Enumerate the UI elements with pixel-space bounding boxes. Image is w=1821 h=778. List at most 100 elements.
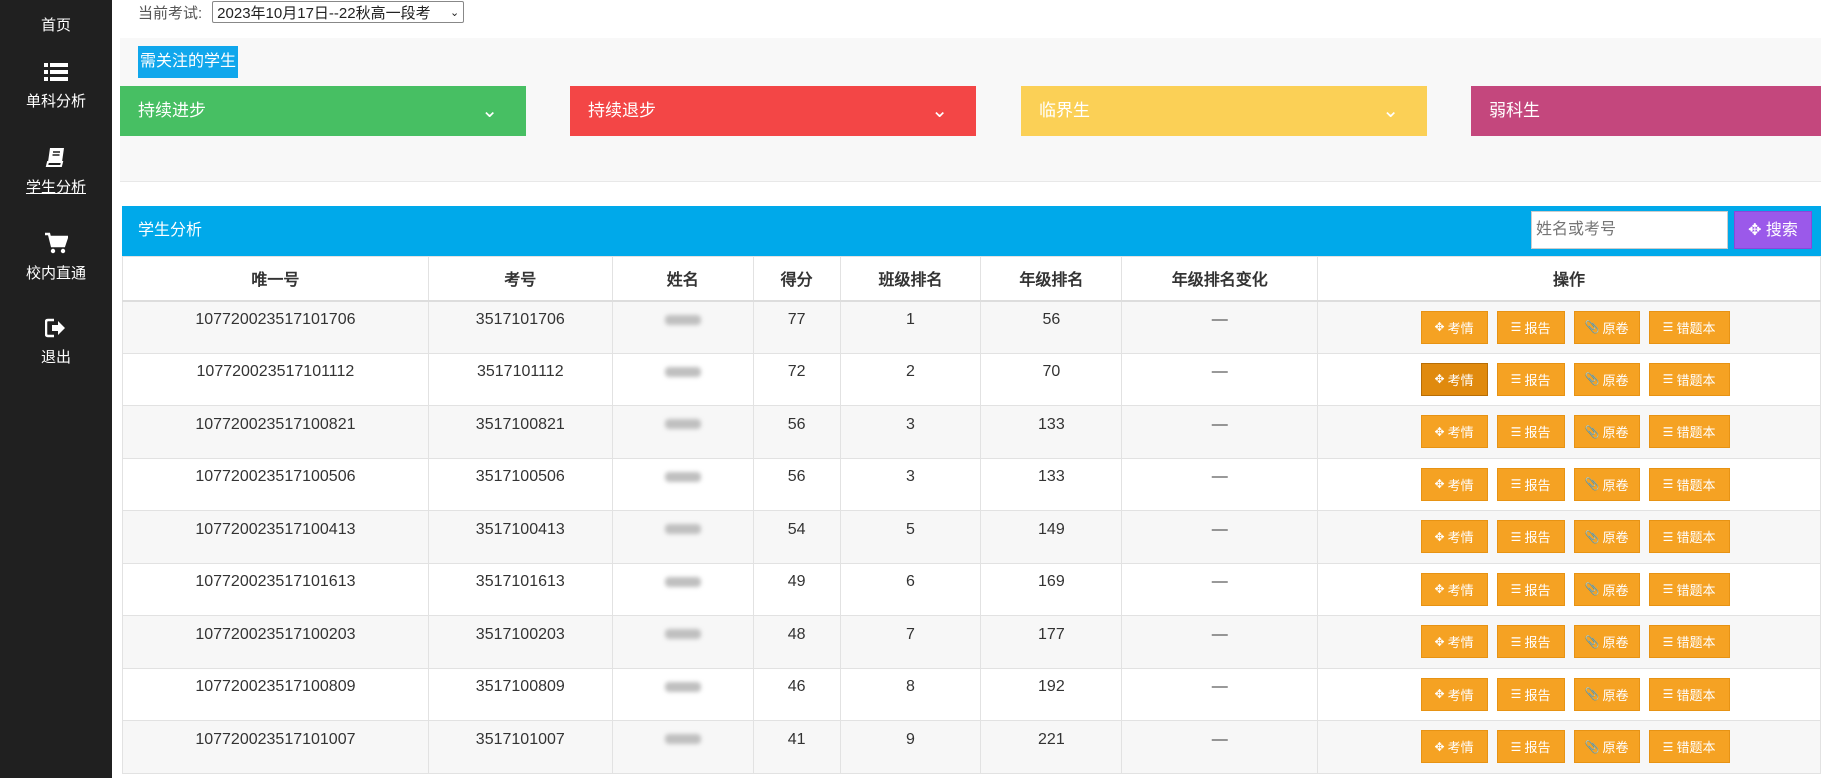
- report-button[interactable]: ☰ 报告: [1496, 677, 1565, 711]
- list-icon: ☰: [1510, 529, 1522, 544]
- name-cell: [611, 562, 754, 616]
- sidebar-item-logout[interactable]: 退出: [0, 318, 112, 367]
- sidebar-item-student-analysis[interactable]: 学生分析: [0, 146, 112, 197]
- report-button[interactable]: ☰ 报告: [1496, 415, 1565, 449]
- actions-cell: ✥ 考情 ☰ 报告 📎 原卷 ☰ 错题本: [1317, 667, 1821, 721]
- report-button[interactable]: ☰ 报告: [1496, 310, 1565, 344]
- exam-detail-button[interactable]: ✥ 考情: [1420, 362, 1488, 396]
- class-rank-cell: 9: [839, 720, 982, 774]
- book-icon: ☰: [1662, 634, 1674, 649]
- report-button[interactable]: ☰ 报告: [1496, 467, 1565, 501]
- name-cell: [611, 457, 754, 511]
- report-button[interactable]: ☰ 报告: [1496, 572, 1565, 606]
- score-cell: 48: [752, 615, 841, 669]
- blurred-name: [664, 734, 701, 745]
- sidebar-item-label: 单科分析: [25, 93, 86, 110]
- mistake-book-button[interactable]: ☰ 错题本: [1648, 362, 1730, 396]
- sidebar-item-subject-analysis[interactable]: 单科分析: [0, 62, 112, 111]
- grade-rank-change-cell: —: [1121, 720, 1319, 774]
- original-paper-button[interactable]: 📎 原卷: [1573, 415, 1640, 449]
- blurred-name: [664, 471, 701, 482]
- column-header[interactable]: 年级排名变化: [1121, 256, 1319, 302]
- table-row: 107720023517100809 3517100809 46 8 192— ✥ 考情 ☰ 报…: [122, 667, 1821, 721]
- report-button[interactable]: ☰ 报告: [1496, 362, 1565, 396]
- original-paper-button[interactable]: 📎 原卷: [1573, 362, 1640, 396]
- sidebar-item-school-direct[interactable]: 校内直通: [0, 232, 112, 283]
- score-cell: 77: [752, 300, 841, 354]
- action-label: 报告: [1524, 530, 1551, 546]
- exam-detail-button[interactable]: ✥ 考情: [1420, 730, 1488, 764]
- grade-rank-change-cell: —: [1121, 615, 1319, 669]
- original-paper-button[interactable]: 📎 原卷: [1573, 677, 1640, 711]
- column-header[interactable]: 姓名: [611, 256, 754, 302]
- exam-detail-button[interactable]: ✥ 考情: [1420, 310, 1488, 344]
- column-header[interactable]: 得分: [752, 256, 841, 302]
- exam-number-cell: 3517101007: [427, 720, 613, 774]
- search-input[interactable]: [1531, 211, 1728, 249]
- table-header-row: 唯一号 考号 姓名 得分 班级排名 年级排名 年级排名变化 操作: [122, 256, 1821, 302]
- action-label: 报告: [1524, 582, 1551, 598]
- table-row: 107720023517100203 3517100203 48 7 177— ✥ 考情 ☰ 报…: [122, 615, 1821, 669]
- score-cell: 54: [752, 510, 841, 564]
- original-paper-button[interactable]: 📎 原卷: [1573, 520, 1640, 554]
- column-header[interactable]: 考号: [427, 256, 613, 302]
- exam-detail-button[interactable]: ✥ 考情: [1420, 572, 1488, 606]
- search-button[interactable]: ✥ 搜索: [1734, 211, 1812, 249]
- original-paper-button[interactable]: 📎 原卷: [1573, 730, 1640, 764]
- uid-cell: 107720023517101613: [122, 562, 429, 616]
- list-icon: ☰: [1510, 582, 1522, 597]
- table-row: 107720023517100506 3517100506 56 3 133— ✥ 考情 ☰ 报…: [122, 457, 1821, 511]
- mistake-book-button[interactable]: ☰ 错题本: [1648, 677, 1730, 711]
- exam-detail-button[interactable]: ✥ 考情: [1420, 467, 1488, 501]
- mistake-book-button[interactable]: ☰ 错题本: [1648, 572, 1730, 606]
- original-paper-button[interactable]: 📎 原卷: [1573, 310, 1640, 344]
- report-button[interactable]: ☰ 报告: [1496, 730, 1565, 764]
- mistake-book-button[interactable]: ☰ 错题本: [1648, 730, 1730, 764]
- category-weak-subject[interactable]: 弱科生: [1471, 86, 1821, 136]
- crosshair-icon: ✥: [1434, 634, 1445, 649]
- grade-rank-cell: 133: [980, 457, 1123, 511]
- column-header[interactable]: 唯一号: [122, 256, 429, 302]
- mistake-book-button[interactable]: ☰ 错题本: [1648, 467, 1730, 501]
- list-icon: ☰: [1510, 320, 1522, 334]
- report-button[interactable]: ☰ 报告: [1496, 625, 1565, 659]
- action-label: 报告: [1524, 635, 1551, 651]
- name-cell: [611, 510, 754, 564]
- list-icon: [44, 63, 68, 81]
- book-icon: ☰: [1662, 687, 1674, 702]
- original-paper-button[interactable]: 📎 原卷: [1573, 467, 1640, 501]
- grade-rank-cell: 70: [980, 352, 1123, 406]
- exam-detail-button[interactable]: ✥ 考情: [1420, 677, 1488, 711]
- column-header[interactable]: 班级排名: [839, 256, 982, 302]
- sidebar-item-home[interactable]: 首页: [0, 14, 112, 35]
- paperclip-icon: 📎: [1584, 320, 1600, 334]
- table-row: 107720023517101706 3517101706 77 1 56— ✥ 考情 ☰ 报告…: [122, 300, 1821, 354]
- grade-rank-change-cell: —: [1121, 510, 1319, 564]
- paperclip-icon: 📎: [1584, 739, 1600, 754]
- action-label: 原卷: [1602, 582, 1629, 598]
- mistake-book-button[interactable]: ☰ 错题本: [1648, 520, 1730, 554]
- list-icon: ☰: [1510, 634, 1522, 649]
- category-continuous-decline[interactable]: 持续退步 ⌄: [570, 86, 976, 136]
- original-paper-button[interactable]: 📎 原卷: [1573, 625, 1640, 659]
- exam-detail-button[interactable]: ✥ 考情: [1420, 625, 1488, 659]
- crosshair-icon: ✥: [1434, 529, 1445, 544]
- table-row: 107720023517100413 3517100413 54 5 149— ✥ 考情 ☰ 报…: [122, 510, 1821, 564]
- category-borderline[interactable]: 临界生 ⌄: [1021, 86, 1427, 136]
- original-paper-button[interactable]: 📎 原卷: [1573, 572, 1640, 606]
- sidebar-item-label: 首页: [40, 17, 71, 34]
- mistake-book-button[interactable]: ☰ 错题本: [1648, 625, 1730, 659]
- mistake-book-button[interactable]: ☰ 错题本: [1648, 310, 1730, 344]
- blurred-name: [664, 576, 701, 587]
- report-button[interactable]: ☰ 报告: [1496, 520, 1565, 554]
- column-header[interactable]: 年级排名: [980, 256, 1123, 302]
- book-icon: ☰: [1662, 320, 1674, 334]
- analysis-title: 学生分析: [138, 222, 203, 239]
- exam-detail-button[interactable]: ✥ 考情: [1420, 520, 1488, 554]
- mistake-book-button[interactable]: ☰ 错题本: [1648, 415, 1730, 449]
- exam-detail-button[interactable]: ✥ 考情: [1420, 415, 1488, 449]
- category-continuous-progress[interactable]: 持续进步 ⌄: [120, 86, 526, 136]
- grade-rank-cell: 149: [980, 510, 1123, 564]
- exam-select[interactable]: 2023年10月17日--22秋高一段考 ⌄: [212, 1, 465, 23]
- class-rank-cell: 3: [839, 457, 982, 511]
